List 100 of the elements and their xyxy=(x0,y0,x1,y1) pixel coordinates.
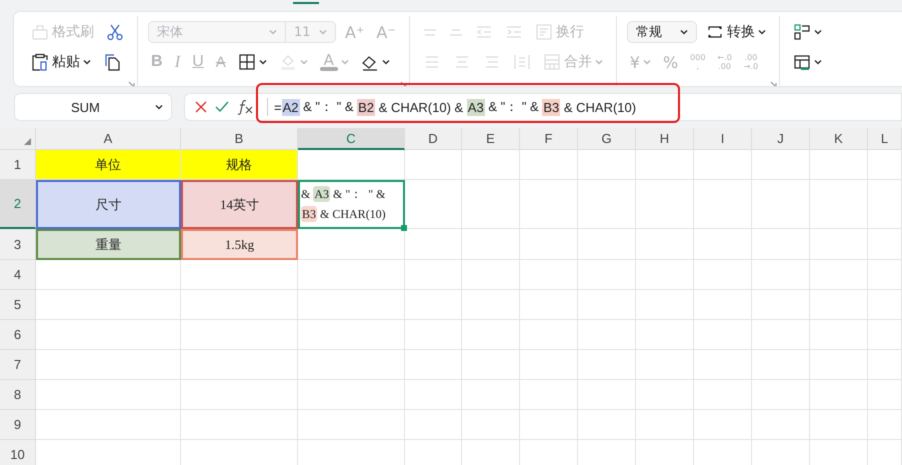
empty-cell[interactable] xyxy=(520,260,578,290)
column-header[interactable]: D xyxy=(405,128,462,150)
column-header[interactable]: H xyxy=(636,128,694,150)
empty-cell[interactable] xyxy=(181,320,298,350)
empty-cell[interactable] xyxy=(694,350,752,380)
empty-cell[interactable] xyxy=(462,150,520,180)
empty-cell[interactable] xyxy=(636,350,694,380)
empty-cell[interactable] xyxy=(810,290,868,320)
row-header[interactable]: 9 xyxy=(0,410,36,440)
column-header[interactable]: E xyxy=(462,128,520,150)
empty-cell[interactable] xyxy=(298,410,405,440)
empty-cell[interactable] xyxy=(578,290,636,320)
row-header[interactable]: 5 xyxy=(0,290,36,320)
table-cell[interactable]: 14英寸 xyxy=(181,180,298,229)
empty-cell[interactable] xyxy=(520,410,578,440)
empty-cell[interactable] xyxy=(636,180,694,229)
empty-cell[interactable] xyxy=(578,350,636,380)
empty-cell[interactable] xyxy=(520,229,578,260)
empty-cell[interactable] xyxy=(520,180,578,229)
empty-cell[interactable] xyxy=(636,320,694,350)
empty-cell[interactable] xyxy=(298,260,405,290)
column-header[interactable]: K xyxy=(810,128,868,150)
dialog-launcher-icon[interactable] xyxy=(770,81,777,86)
empty-cell[interactable] xyxy=(868,410,902,440)
empty-cell[interactable] xyxy=(520,290,578,320)
row-header[interactable]: 4 xyxy=(0,260,36,290)
empty-cell[interactable] xyxy=(462,290,520,320)
empty-cell[interactable] xyxy=(636,260,694,290)
select-all-corner[interactable] xyxy=(0,128,36,150)
empty-cell[interactable] xyxy=(694,380,752,410)
column-header[interactable]: F xyxy=(520,128,578,150)
empty-cell[interactable] xyxy=(462,180,520,229)
empty-cell[interactable] xyxy=(752,410,810,440)
empty-cell[interactable] xyxy=(752,380,810,410)
empty-cell[interactable] xyxy=(810,320,868,350)
row-header[interactable]: 8 xyxy=(0,380,36,410)
empty-cell[interactable] xyxy=(520,350,578,380)
table-cell[interactable]: 单位 xyxy=(36,150,181,180)
empty-cell[interactable] xyxy=(578,180,636,229)
empty-cell[interactable] xyxy=(636,290,694,320)
empty-cell[interactable] xyxy=(694,260,752,290)
empty-cell[interactable] xyxy=(868,290,902,320)
empty-cell[interactable] xyxy=(298,320,405,350)
column-header[interactable]: I xyxy=(694,128,752,150)
check-icon[interactable] xyxy=(215,101,229,113)
empty-cell[interactable] xyxy=(462,350,520,380)
column-header[interactable]: J xyxy=(752,128,810,150)
empty-cell[interactable] xyxy=(694,290,752,320)
close-icon[interactable] xyxy=(195,101,207,113)
empty-cell[interactable] xyxy=(810,229,868,260)
empty-cell[interactable] xyxy=(578,320,636,350)
empty-cell[interactable] xyxy=(752,180,810,229)
empty-cell[interactable] xyxy=(868,180,902,229)
empty-cell[interactable] xyxy=(694,229,752,260)
empty-cell[interactable] xyxy=(752,260,810,290)
empty-cell[interactable] xyxy=(578,410,636,440)
empty-cell[interactable] xyxy=(810,350,868,380)
empty-cell[interactable] xyxy=(181,410,298,440)
empty-cell[interactable] xyxy=(462,380,520,410)
empty-cell[interactable] xyxy=(578,380,636,410)
empty-cell[interactable] xyxy=(462,320,520,350)
row-header[interactable]: 1 xyxy=(0,150,36,180)
empty-cell[interactable] xyxy=(578,150,636,180)
empty-cell[interactable] xyxy=(405,229,462,260)
empty-cell[interactable] xyxy=(298,290,405,320)
empty-cell[interactable] xyxy=(810,260,868,290)
empty-cell[interactable] xyxy=(868,150,902,180)
row-header[interactable]: 10 xyxy=(0,440,36,465)
function-icon[interactable] xyxy=(237,99,255,115)
empty-cell[interactable] xyxy=(181,350,298,380)
row-header[interactable]: 3 xyxy=(0,229,36,260)
empty-cell[interactable] xyxy=(462,260,520,290)
dialog-launcher-icon[interactable] xyxy=(400,81,407,86)
empty-cell[interactable] xyxy=(578,260,636,290)
empty-cell[interactable] xyxy=(181,290,298,320)
empty-cell[interactable] xyxy=(405,260,462,290)
column-header[interactable]: C xyxy=(298,128,405,150)
empty-cell[interactable] xyxy=(752,290,810,320)
row-header[interactable]: 7 xyxy=(0,350,36,380)
empty-cell[interactable] xyxy=(752,229,810,260)
empty-cell[interactable] xyxy=(752,320,810,350)
empty-cell[interactable] xyxy=(405,320,462,350)
empty-cell[interactable] xyxy=(636,410,694,440)
empty-cell[interactable] xyxy=(868,320,902,350)
empty-cell[interactable] xyxy=(405,410,462,440)
table-cell[interactable]: 规格 xyxy=(181,150,298,180)
empty-cell[interactable] xyxy=(810,180,868,229)
empty-cell[interactable] xyxy=(752,350,810,380)
empty-cell[interactable] xyxy=(462,229,520,260)
empty-cell[interactable] xyxy=(405,350,462,380)
column-header[interactable]: L xyxy=(868,128,902,150)
empty-cell[interactable] xyxy=(810,410,868,440)
cell-editor[interactable]: & A3 & "： " & B3 & CHAR(10) xyxy=(298,180,405,229)
empty-cell[interactable] xyxy=(405,150,462,180)
empty-cell[interactable] xyxy=(636,380,694,410)
empty-cell[interactable] xyxy=(868,380,902,410)
column-header[interactable]: G xyxy=(578,128,636,150)
column-header[interactable]: B xyxy=(181,128,298,150)
empty-cell[interactable] xyxy=(868,350,902,380)
row-header[interactable]: 6 xyxy=(0,320,36,350)
